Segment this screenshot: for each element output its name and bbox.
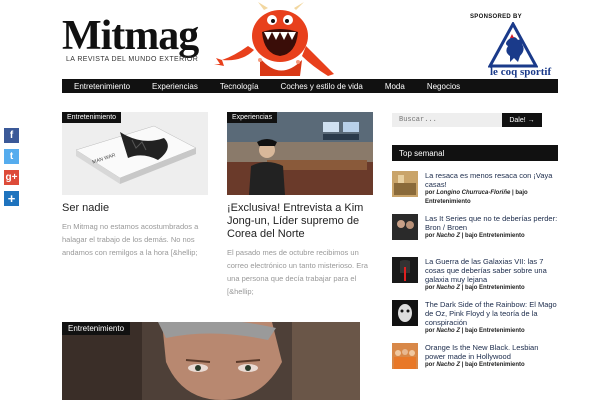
post-meta: por Longino Churruca-Floriñe | bajo Entr… [425, 190, 528, 205]
nav-item-tecnologia[interactable]: Tecnología [220, 82, 259, 91]
list-item[interactable]: Las It Series que no te deberías perder:… [392, 214, 558, 247]
nav-item-experiencias[interactable]: Experiencias [152, 82, 198, 91]
twitter-share-button[interactable]: t [4, 149, 19, 164]
list-item[interactable]: The Dark Side of the Rainbow: El Mago de… [392, 300, 558, 334]
post-title[interactable]: La resaca es menos resaca con ¡Vaya casa… [425, 171, 558, 189]
nav-item-entretenimiento[interactable]: Entretenimiento [74, 82, 130, 91]
monster-mascot-illustration [214, 2, 334, 76]
nav-item-moda[interactable]: Moda [385, 82, 405, 91]
sponsor-ad[interactable]: SPONSORED BY le coq sportif [470, 14, 560, 78]
facebook-share-button[interactable]: f [4, 128, 19, 143]
article-card[interactable]: MAN WAR Entretenimiento Ser nadie En Mit… [62, 112, 208, 259]
list-item[interactable]: Orange Is the New Black. Lesbian power m… [392, 343, 558, 376]
article-image[interactable]: MAN WAR Entretenimiento [62, 112, 208, 195]
article-excerpt: En Mitmag no estamos acostumbrados a hal… [62, 222, 199, 257]
list-item[interactable]: La resaca es menos resaca con ¡Vaya casa… [392, 171, 558, 205]
post-category[interactable]: Entretenimiento [479, 362, 525, 368]
post-meta: por Nacho Z | bajo Entretenimiento [425, 285, 525, 291]
search-form: Dale! → [392, 113, 542, 127]
article-card[interactable]: Experiencias ¡Exclusiva! Entrevista a Ki… [227, 112, 373, 298]
post-title[interactable]: Orange Is the New Black. Lesbian power m… [425, 343, 558, 361]
article-title[interactable]: ¡Exclusiva! Entrevista a Kim Jong-un, Lí… [227, 202, 373, 241]
article-title[interactable]: Ser nadie [62, 202, 208, 215]
book-image [62, 112, 208, 195]
article-image[interactable]: Experiencias [227, 112, 373, 195]
main-navigation: Entretenimiento Experiencias Tecnología … [62, 79, 558, 93]
sponsor-label: SPONSORED BY [470, 14, 522, 20]
category-badge[interactable]: Entretenimiento [62, 112, 122, 123]
post-title[interactable]: Las It Series que no te deberías perder:… [425, 214, 558, 232]
search-button[interactable]: Dale! → [502, 113, 542, 127]
post-category[interactable]: Entretenimiento [479, 328, 525, 334]
control-room-photo [227, 112, 373, 195]
more-share-button[interactable]: + [4, 191, 19, 206]
post-author[interactable]: Nacho Z [436, 285, 460, 291]
post-author[interactable]: Longino Churruca-Floriñe [436, 190, 510, 196]
post-meta: por Nacho Z | bajo Entretenimiento [425, 233, 525, 239]
social-share-bar: f t g+ + [4, 128, 19, 212]
facebook-icon: f [9, 130, 14, 141]
post-thumbnail[interactable] [392, 214, 418, 240]
post-thumbnail[interactable] [392, 171, 418, 197]
post-author[interactable]: Nacho Z [436, 233, 460, 239]
nav-item-coches[interactable]: Coches y estilo de vida [281, 82, 363, 91]
rooster-triangle-logo-icon [488, 22, 538, 68]
logo-title: Mitmag [62, 13, 199, 59]
post-category[interactable]: Entretenimiento [425, 199, 471, 205]
post-meta: por Nacho Z | bajo Entretenimiento [425, 328, 525, 334]
list-item[interactable]: La Guerra de las Galaxias VII: las 7 cos… [392, 257, 558, 291]
post-category[interactable]: Entretenimiento [479, 285, 525, 291]
post-category[interactable]: Entretenimiento [479, 233, 525, 239]
post-author[interactable]: Nacho Z [436, 328, 460, 334]
post-title[interactable]: The Dark Side of the Rainbow: El Mago de… [425, 300, 558, 327]
sponsor-name: le coq sportif [490, 66, 552, 78]
twitter-icon: t [9, 151, 14, 162]
category-badge[interactable]: Entretenimiento [62, 322, 131, 335]
post-thumbnail[interactable] [392, 343, 418, 369]
post-thumbnail[interactable] [392, 300, 418, 326]
featured-article[interactable]: Entretenimiento [62, 322, 360, 400]
post-meta: por Nacho Z | bajo Entretenimiento [425, 362, 525, 368]
article-excerpt: El pasado mes de octubre recibimos un co… [227, 248, 368, 296]
plus-icon: + [7, 191, 16, 206]
site-logo[interactable]: Mitmag LA REVISTA DEL MUNDO EXTERIOR [62, 13, 199, 63]
logo-tagline: LA REVISTA DEL MUNDO EXTERIOR [66, 56, 199, 63]
post-title[interactable]: La Guerra de las Galaxias VII: las 7 cos… [425, 257, 558, 284]
post-author[interactable]: Nacho Z [436, 362, 460, 368]
top-semanal-widget: Top semanal La resaca es menos resaca co… [392, 145, 558, 376]
post-thumbnail[interactable] [392, 257, 418, 283]
search-input[interactable] [392, 113, 502, 127]
widget-heading: Top semanal [392, 145, 558, 161]
category-badge[interactable]: Experiencias [227, 112, 278, 123]
nav-item-negocios[interactable]: Negocios [427, 82, 460, 91]
googleplus-share-button[interactable]: g+ [4, 170, 19, 185]
googleplus-icon: g+ [5, 172, 18, 183]
